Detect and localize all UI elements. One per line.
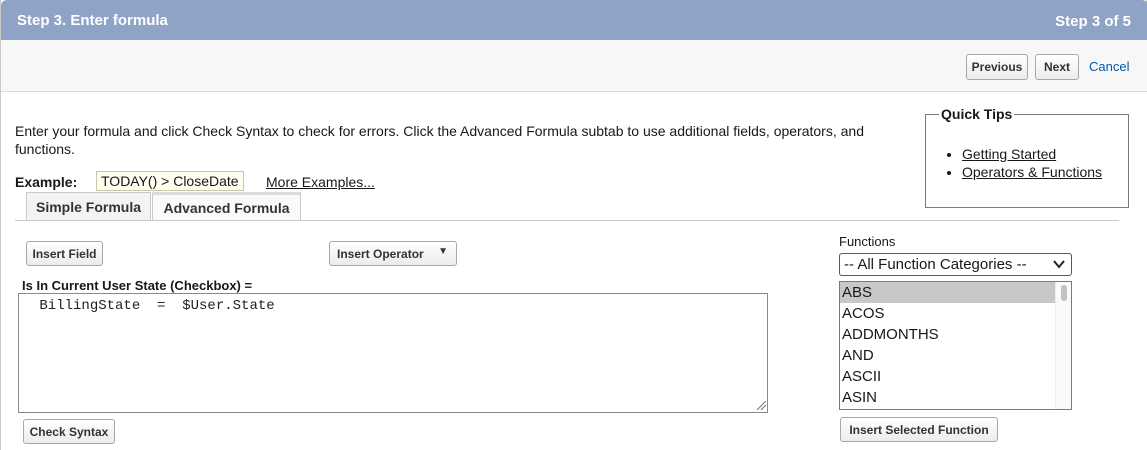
insert-selected-function-button[interactable]: Insert Selected Function <box>840 417 998 442</box>
cancel-link[interactable]: Cancel <box>1089 59 1129 74</box>
tab-divider <box>15 220 1119 221</box>
scrollbar-thumb[interactable] <box>1061 285 1067 301</box>
getting-started-link[interactable]: Getting Started <box>962 145 1102 163</box>
operators-functions-link[interactable]: Operators & Functions <box>962 163 1102 181</box>
function-list-scrollbar[interactable] <box>1055 282 1071 409</box>
quick-tips-box: Quick Tips Getting Started Operators & F… <box>925 106 1129 208</box>
function-category-select[interactable]: -- All Function Categories -- <box>839 253 1072 276</box>
functions-label: Functions <box>839 234 896 249</box>
insert-field-button[interactable]: Insert Field <box>26 241 103 266</box>
chevron-down-icon <box>1053 260 1065 269</box>
previous-button[interactable]: Previous <box>966 54 1028 80</box>
insert-operator-label: Insert Operator <box>337 246 424 261</box>
function-option-acos[interactable]: ACOS <box>840 303 1055 324</box>
function-option-abs[interactable]: ABS <box>840 282 1055 303</box>
caret-down-icon: ▼ <box>438 246 448 257</box>
resize-grip-icon[interactable] <box>755 399 767 411</box>
function-option-asin[interactable]: ASIN <box>840 387 1055 408</box>
tab-advanced-formula[interactable]: Advanced Formula <box>152 192 301 221</box>
page-title: Step 3. Enter formula <box>17 12 168 29</box>
instructions-text: Enter your formula and click Check Synta… <box>15 123 864 157</box>
insert-operator-button[interactable]: Insert Operator ▼ <box>329 241 457 266</box>
function-option-addmonths[interactable]: ADDMONTHS <box>840 324 1055 345</box>
tab-simple-formula[interactable]: Simple Formula <box>26 192 151 221</box>
check-syntax-button[interactable]: Check Syntax <box>23 419 115 444</box>
example-label: Example: <box>15 174 78 190</box>
main-content: Enter your formula and click Check Synta… <box>1 92 1147 450</box>
more-examples-link[interactable]: More Examples... <box>266 174 375 190</box>
function-listbox[interactable]: ABS ACOS ADDMONTHS AND ASCII ASIN <box>839 281 1072 410</box>
formula-editor[interactable]: BillingState = $User.State <box>18 293 768 413</box>
wizard-header: Step 3. Enter formula Step 3 of 5 <box>1 0 1147 40</box>
quick-tips-list: Getting Started Operators & Functions <box>926 145 1102 181</box>
wizard-frame: Step 3. Enter formula Step 3 of 5 Previo… <box>0 0 1147 450</box>
button-bar: Previous Next Cancel <box>1 40 1147 92</box>
formula-field-label: Is In Current User State (Checkbox) = <box>22 278 253 293</box>
step-indicator: Step 3 of 5 <box>1055 13 1131 30</box>
quick-tips-title: Quick Tips <box>939 106 1015 122</box>
next-button[interactable]: Next <box>1035 54 1079 80</box>
function-category-value: -- All Function Categories -- <box>844 256 1027 273</box>
function-option-and[interactable]: AND <box>840 345 1055 366</box>
example-code: TODAY() > CloseDate <box>96 171 244 191</box>
function-option-ascii[interactable]: ASCII <box>840 366 1055 387</box>
